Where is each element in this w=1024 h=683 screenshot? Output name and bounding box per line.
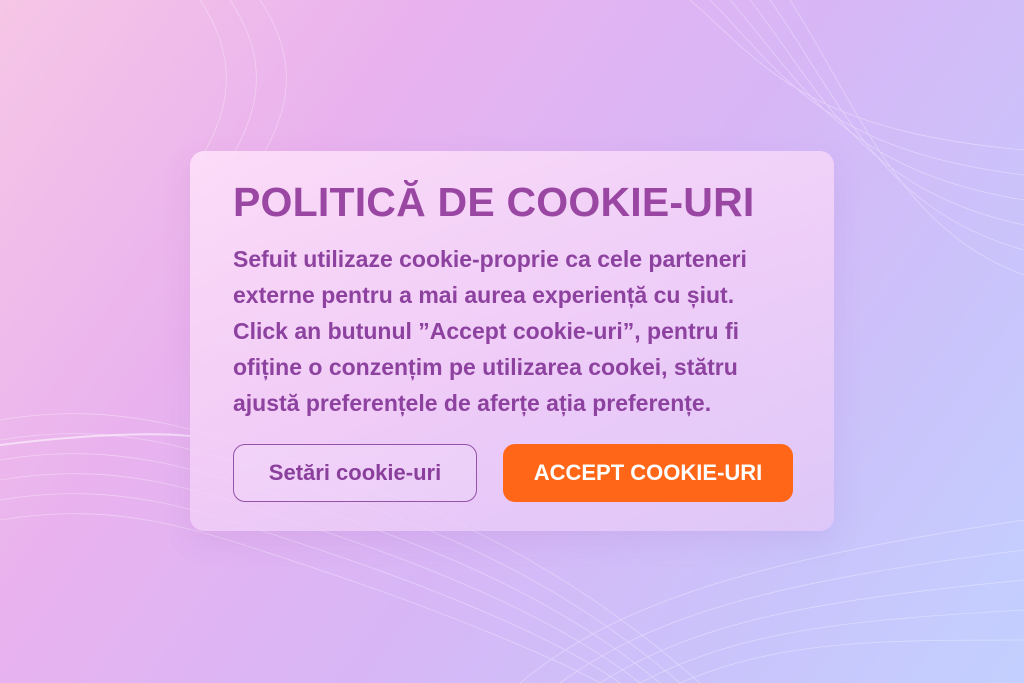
cookie-consent-banner: POLITICĂ DE COOKIE-URI Sefuit utilizaze … [190, 151, 834, 531]
banner-title: POLITICĂ DE COOKIE-URI [233, 179, 755, 225]
cookie-settings-button[interactable]: Setări cookie-uri [233, 444, 477, 502]
accept-cookies-button[interactable]: ACCEPT COOKIE-URI [503, 444, 793, 502]
banner-description: Sefuit utilizaze cookie-proprie ca cele … [233, 246, 747, 416]
